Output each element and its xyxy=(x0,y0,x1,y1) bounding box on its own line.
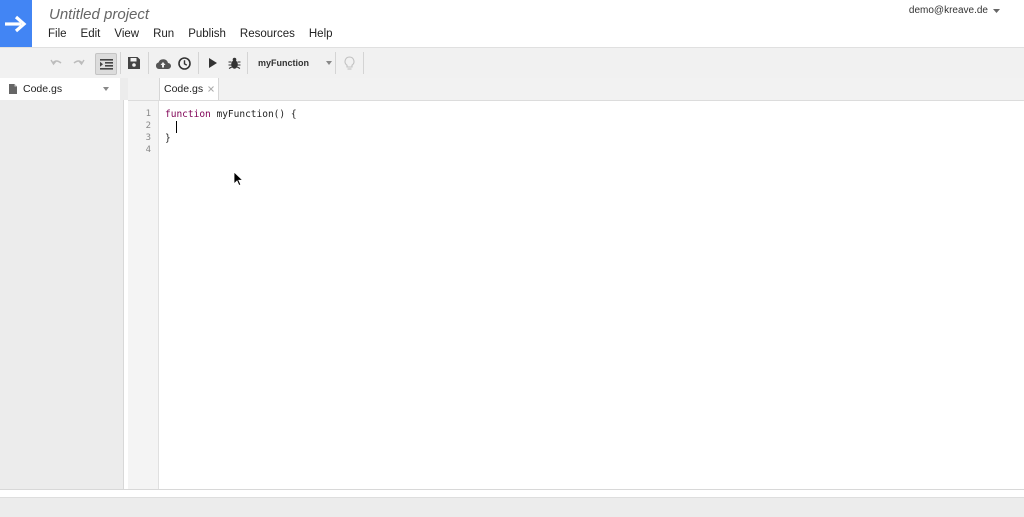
toolbar-separator xyxy=(120,52,121,74)
account-menu[interactable]: demo@kreave.de xyxy=(909,5,1000,16)
run-button[interactable] xyxy=(204,53,220,73)
tab-strip: Code.gs xyxy=(128,78,1024,101)
menu-publish[interactable]: Publish xyxy=(188,28,226,42)
menu-bar: File Edit View Run Publish Resources Hel… xyxy=(48,28,347,42)
caret-down-icon xyxy=(326,61,332,65)
toolbar-separator xyxy=(247,52,248,74)
caret-down-icon xyxy=(993,8,1000,13)
redo-button[interactable] xyxy=(70,53,86,73)
caret-down-icon[interactable] xyxy=(103,87,109,91)
line-number: 4 xyxy=(145,145,151,155)
arrow-right-icon xyxy=(5,15,27,32)
menu-file[interactable]: File xyxy=(48,28,67,42)
toolbar-separator xyxy=(198,52,199,74)
code-keyword: function xyxy=(165,109,211,120)
menu-resources[interactable]: Resources xyxy=(240,28,295,42)
editor-bottom-border xyxy=(0,489,1024,490)
status-bar xyxy=(0,497,1024,517)
menu-edit[interactable]: Edit xyxy=(81,28,101,42)
suggestions-button[interactable] xyxy=(341,53,357,73)
menu-run[interactable]: Run xyxy=(153,28,174,42)
code-text: myFunction() { xyxy=(210,109,297,120)
function-select-value: myFunction xyxy=(258,58,309,68)
close-icon[interactable] xyxy=(208,86,214,92)
indent-icon xyxy=(99,58,113,70)
debug-button[interactable] xyxy=(225,53,243,73)
tab-code-gs[interactable]: Code.gs xyxy=(159,78,219,100)
file-icon xyxy=(9,84,17,94)
bug-icon xyxy=(228,57,240,69)
account-email: demo@kreave.de xyxy=(908,5,988,16)
line-number-gutter: 1 2 3 4 xyxy=(128,101,159,489)
apps-script-logo[interactable] xyxy=(0,0,32,47)
clock-icon xyxy=(177,56,191,70)
save-icon xyxy=(128,57,140,69)
file-panel xyxy=(0,100,124,490)
file-list-item[interactable]: Code.gs xyxy=(0,78,120,101)
triggers-button[interactable] xyxy=(176,53,192,73)
mouse-pointer-icon xyxy=(234,172,244,186)
toolbar-separator xyxy=(335,52,336,74)
redo-icon xyxy=(73,59,85,66)
file-name: Code.gs xyxy=(23,83,63,95)
undo-button[interactable] xyxy=(48,53,64,73)
panel-divider xyxy=(120,78,128,100)
cloud-upload-icon xyxy=(155,58,171,69)
line-number: 3 xyxy=(145,133,151,143)
save-button[interactable] xyxy=(126,53,142,73)
toolbar: myFunction xyxy=(0,47,1024,79)
menu-view[interactable]: View xyxy=(114,28,139,42)
line-number: 1 xyxy=(145,109,151,119)
tab-label: Code.gs xyxy=(164,83,204,95)
code-line-3: } xyxy=(165,133,171,144)
project-title[interactable]: Untitled project xyxy=(49,6,149,23)
undo-icon xyxy=(49,59,61,66)
play-icon xyxy=(208,58,217,68)
deploy-cloud-button[interactable] xyxy=(154,53,172,73)
lightbulb-icon xyxy=(344,55,354,70)
toolbar-separator xyxy=(363,52,364,74)
text-caret xyxy=(176,121,177,133)
menu-help[interactable]: Help xyxy=(309,28,333,42)
code-editor[interactable]: function myFunction() { } xyxy=(159,101,1024,489)
toolbar-separator xyxy=(148,52,149,74)
line-number: 2 xyxy=(145,121,151,131)
function-select[interactable]: myFunction xyxy=(249,53,332,73)
code-line-1: function myFunction() { xyxy=(165,109,297,120)
indent-toggle-button[interactable] xyxy=(95,53,117,75)
